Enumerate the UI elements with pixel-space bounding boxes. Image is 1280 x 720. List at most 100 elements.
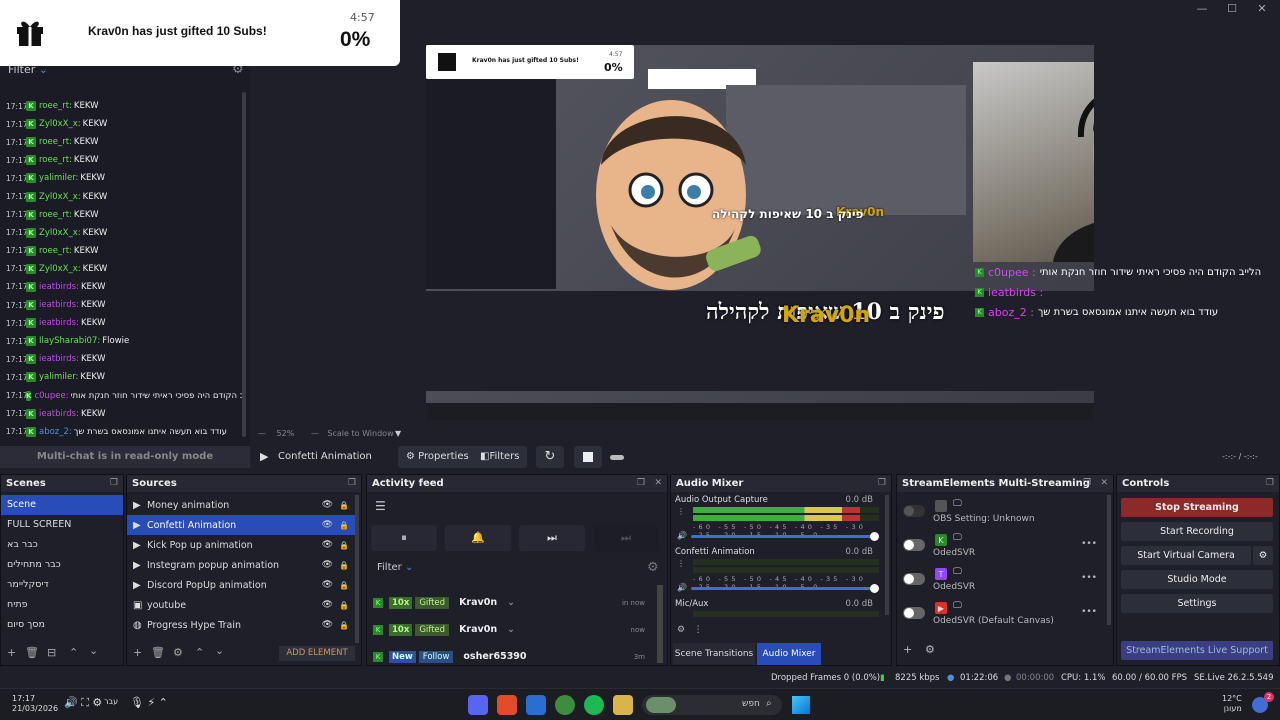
source-item[interactable]: ▶ Kick Pop up animation 👁 🔒 xyxy=(127,535,355,555)
gear-icon[interactable]: ⚙ xyxy=(173,646,183,659)
scene-item[interactable]: פתיח xyxy=(1,595,123,615)
clock[interactable]: 17:17 21/03/2026 xyxy=(12,694,58,714)
lock-icon[interactable]: 🔒 xyxy=(339,561,349,570)
chevron-down-icon[interactable]: ▼ xyxy=(395,429,401,438)
chrome-icon[interactable] xyxy=(555,695,575,715)
stream-toggle[interactable] xyxy=(903,505,925,517)
eye-icon[interactable]: 👁 xyxy=(322,500,333,510)
search-box[interactable]: חפש ⌕ xyxy=(642,695,782,715)
close-icon[interactable]: ❐ ✕ xyxy=(1083,475,1108,492)
scene-item[interactable]: כבר בא xyxy=(1,535,123,555)
chevron-down-icon[interactable]: ⌄ xyxy=(89,644,98,657)
properties-button[interactable]: ⚙ Properties xyxy=(398,446,477,468)
slider-knob[interactable] xyxy=(870,584,879,593)
lock-icon[interactable]: 🔒 xyxy=(339,621,349,630)
eye-icon[interactable]: 👁 xyxy=(322,520,333,530)
chevron-up-icon[interactable]: ⌃ xyxy=(69,646,78,659)
chevron-down-icon[interactable]: ⌄ xyxy=(507,597,515,608)
studio-mode-button[interactable]: Studio Mode xyxy=(1121,570,1273,589)
source-item[interactable]: ▣ youtube 👁 🔒 xyxy=(127,595,355,615)
play-icon[interactable]: ▶ xyxy=(260,450,268,463)
source-item[interactable]: ◍ Progress Hype Train 👁 🔒 xyxy=(127,615,355,635)
lock-icon[interactable]: 🔒 xyxy=(339,541,349,550)
menu-icon[interactable]: ☰ xyxy=(375,499,386,513)
start-recording-button[interactable]: Start Recording xyxy=(1121,522,1273,541)
add-element-button[interactable]: ADD ELEMENT xyxy=(279,646,355,661)
speaker-icon[interactable]: 🔊 xyxy=(677,531,687,540)
settings-button[interactable]: Settings xyxy=(1121,594,1273,613)
activity-item[interactable]: K New Follow osher65390 3m xyxy=(367,643,657,670)
stop-streaming-button[interactable]: Stop Streaming xyxy=(1121,498,1273,517)
more-icon[interactable]: ••• xyxy=(1081,607,1097,617)
chevron-up-icon[interactable]: ⌃ xyxy=(195,646,204,659)
stream-toggle[interactable] xyxy=(903,539,925,551)
activity-scrollbar[interactable] xyxy=(657,585,663,663)
weather-widget[interactable]: 12°C מעונן xyxy=(1222,694,1242,714)
scene-item[interactable]: כבר מתחילים xyxy=(1,555,123,575)
source-item[interactable]: ▶ Confetti Animation 👁 🔒 xyxy=(127,515,355,535)
stop-media-button[interactable] xyxy=(574,446,602,468)
tab-audio-mixer[interactable]: Audio Mixer xyxy=(757,643,821,665)
gear-icon[interactable]: ⚙ xyxy=(925,643,935,656)
eye-icon[interactable]: 👁 xyxy=(322,620,333,630)
mixer-scrollbar[interactable] xyxy=(885,495,889,615)
activity-filter[interactable]: Filter ⌄ xyxy=(377,562,413,573)
source-item[interactable]: ▶ Discord PopUp animation 👁 🔒 xyxy=(127,575,355,595)
gear-icon[interactable]: ⚙ xyxy=(1253,546,1273,565)
close-button[interactable]: ✕ xyxy=(1250,2,1274,15)
filter-icon[interactable]: ⊟ xyxy=(47,646,56,659)
eye-icon[interactable]: 👁 xyxy=(322,600,333,610)
chevron-down-icon[interactable]: ⌄ xyxy=(507,624,515,635)
windows-start-icon[interactable] xyxy=(792,696,810,714)
stream-preview[interactable]: Krav0n has just gifted 10 Subs! 4:57 0% … xyxy=(426,45,1094,420)
activity-item[interactable]: K 10x Gifted Krav0n ⌄ now xyxy=(367,616,657,643)
sources-scrollbar[interactable] xyxy=(355,495,359,645)
multistream-scrollbar[interactable] xyxy=(1107,495,1111,625)
lock-icon[interactable]: 🔒 xyxy=(339,581,349,590)
more-icon[interactable]: ••• xyxy=(1081,573,1097,583)
zoom-control[interactable]: — 52% — Scale to Window xyxy=(258,429,394,438)
menu-dots-icon[interactable]: ⋮ xyxy=(677,507,685,516)
add-icon[interactable]: + xyxy=(7,646,16,659)
add-icon[interactable]: + xyxy=(133,646,142,659)
skip-end-button[interactable]: ⏭ xyxy=(593,525,659,551)
add-icon[interactable]: + xyxy=(903,643,912,656)
scene-item[interactable]: דיסקליימר xyxy=(1,575,123,595)
stream-toggle[interactable] xyxy=(903,607,925,619)
scene-item[interactable]: FULL SCREEN xyxy=(1,515,123,535)
media-seek-slider[interactable] xyxy=(610,455,624,460)
maximize-button[interactable]: ☐ xyxy=(1220,2,1244,15)
eye-icon[interactable]: 👁 xyxy=(322,560,333,570)
language-indicator[interactable]: עבר xyxy=(104,697,118,706)
volume-slider[interactable] xyxy=(691,532,879,541)
volume-slider[interactable] xyxy=(691,584,879,593)
spotify-icon[interactable] xyxy=(584,695,604,715)
lock-icon[interactable]: 🔒 xyxy=(339,521,349,530)
menu-dots-icon[interactable]: ⋮ xyxy=(677,559,685,568)
scene-item[interactable]: מסך סיום xyxy=(1,615,123,635)
source-item[interactable]: ▶ Money animation 👁 🔒 xyxy=(127,495,355,515)
mixer-settings-icon[interactable]: ⚙ ⋮ xyxy=(677,625,703,635)
mic-icon[interactable]: 🎙 ⚡ ⌃ xyxy=(130,696,168,709)
tab-scene-transitions[interactable]: Scene Transitions xyxy=(673,643,755,665)
restart-icon[interactable]: ↻ xyxy=(536,446,564,468)
bell-icon[interactable]: 🔔 xyxy=(445,525,511,551)
trash-icon[interactable]: 🗑 xyxy=(25,646,39,659)
scene-item[interactable]: Scene xyxy=(1,495,123,515)
chat-scrollbar[interactable] xyxy=(242,92,246,437)
gear-icon[interactable]: ⚙ xyxy=(647,560,659,575)
more-icon[interactable]: ••• xyxy=(1081,539,1097,549)
filters-button[interactable]: ◧Filters xyxy=(472,446,528,468)
eye-icon[interactable]: 👁 xyxy=(322,540,333,550)
lock-icon[interactable]: 🔒 xyxy=(339,601,349,610)
slider-knob[interactable] xyxy=(870,532,879,541)
tray-icons[interactable]: 🔊 ⛶ ⚙ xyxy=(64,696,102,710)
discord-icon[interactable] xyxy=(468,695,488,715)
chevron-down-icon[interactable]: ⌄ xyxy=(215,644,224,657)
close-icon[interactable]: ❐ ✕ xyxy=(637,475,662,492)
lock-icon[interactable]: 🔒 xyxy=(339,501,349,510)
speaker-icon[interactable]: 🔊 xyxy=(677,583,687,592)
eye-icon[interactable]: 👁 xyxy=(322,580,333,590)
trash-icon[interactable]: 🗑 xyxy=(151,646,165,659)
pause-button[interactable]: ⏸ xyxy=(371,525,437,551)
